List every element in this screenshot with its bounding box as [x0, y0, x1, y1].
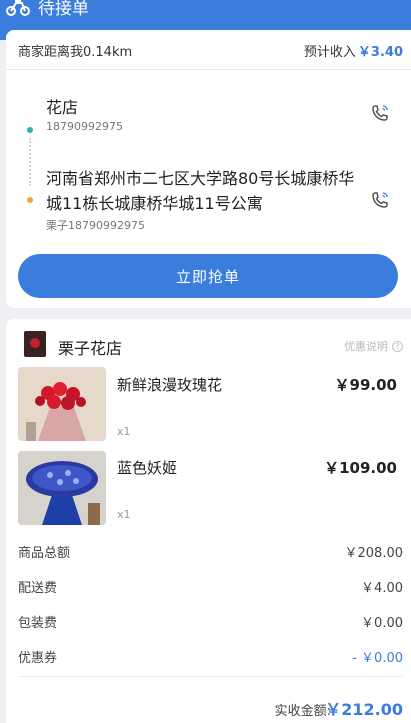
call-recipient-phone-icon[interactable] [370, 190, 390, 210]
fee-label: 商品总额 [18, 546, 71, 561]
fee-label: 优惠券 [18, 651, 58, 666]
product-qty: x1 [117, 425, 131, 438]
call-pickup-phone-icon[interactable] [370, 103, 390, 123]
page-title: 待接单 [38, 0, 89, 19]
order-card: 商家距离我0.14km 预计收入 ￥3.40 花店 18790992975 河南省… [6, 30, 411, 308]
product-price: ￥99.00 [334, 376, 397, 394]
promo-info-link[interactable]: 优惠说明? [344, 338, 403, 354]
pickup-name: 花店 [46, 98, 79, 117]
product-qty: x1 [117, 508, 131, 521]
promo-link-label: 优惠说明 [344, 340, 388, 353]
question-icon: ? [392, 340, 403, 352]
divider [18, 676, 403, 677]
fee-value: ￥4.00 [361, 581, 403, 596]
store-logo [24, 331, 46, 357]
store-name: 栗子花店 [58, 339, 123, 358]
grab-order-button[interactable]: 立即抢单 [18, 254, 398, 298]
distance-text: 商家距离我0.14km [18, 45, 133, 60]
delivery-dot-icon [27, 197, 33, 203]
total-label: 实收金额: [274, 704, 331, 719]
income-info: 预计收入 ￥3.40 [304, 41, 403, 60]
bike-icon [6, 0, 30, 16]
pickup-dot-icon [27, 127, 33, 133]
delivery-address: 河南省郑州市二七区大学路80号长城康桥华城11栋长城康桥华城11号公寓 [46, 169, 355, 213]
income-label: 预计收入 [303, 45, 356, 60]
product-price: ￥109.00 [324, 459, 397, 477]
total-amount: ￥212.00 [325, 700, 403, 719]
route-line [29, 138, 31, 186]
product-name: 新鲜浪漫玫瑰花 [117, 376, 223, 394]
product-name: 蓝色妖姬 [117, 459, 178, 477]
fee-value: ￥0.00 [361, 616, 403, 631]
income-amount: ￥3.40 [357, 45, 403, 60]
coupon-value: - ￥0.00 [352, 651, 403, 666]
product-image-roses [18, 367, 106, 441]
order-detail-card: 栗子花店 优惠说明? 新鲜浪漫玫瑰花 ￥99.00 x1 蓝色妖姬 ￥109.0… [6, 319, 411, 723]
recipient-info: 栗子18790992975 [46, 219, 145, 232]
pickup-phone: 18790992975 [46, 120, 123, 133]
fee-label: 包装费 [18, 616, 58, 631]
product-image-blue-roses [18, 451, 106, 525]
fee-label: 配送费 [18, 581, 58, 596]
fee-value: ￥208.00 [344, 546, 404, 561]
distance-row: 商家距离我0.14km 预计收入 ￥3.40 [6, 30, 411, 70]
